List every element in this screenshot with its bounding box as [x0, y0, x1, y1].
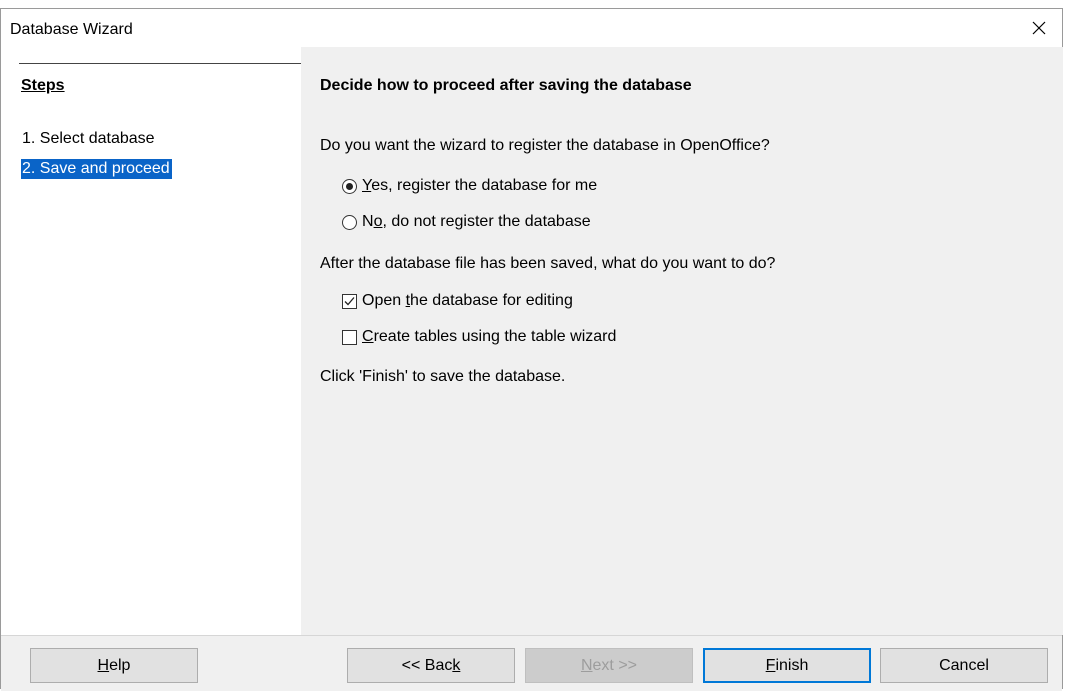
- radio-checked-icon[interactable]: [342, 178, 357, 194]
- step-save-and-proceed[interactable]: 2. Save and proceed: [21, 159, 172, 179]
- content-pane: Decide how to proceed after saving the d…: [301, 47, 1063, 635]
- create-tables-label: Create tables using the table wizard: [362, 328, 617, 345]
- after-save-question: After the database file has been saved, …: [320, 255, 776, 272]
- create-tables-checkbox[interactable]: Create tables using the table wizard: [342, 328, 616, 346]
- finish-button[interactable]: Finish: [703, 648, 871, 683]
- register-question: Do you want the wizard to register the d…: [320, 137, 770, 154]
- steps-heading: Steps: [21, 77, 65, 94]
- finish-note: Click 'Finish' to save the database.: [320, 368, 566, 385]
- cancel-button[interactable]: Cancel: [880, 648, 1048, 683]
- button-bar: Help << Bac k Next >> Finish Cancel: [1, 635, 1062, 691]
- register-no-label: No, do not register the database: [362, 213, 591, 230]
- back-button[interactable]: << Bac k: [347, 648, 515, 683]
- next-button[interactable]: Next >>: [525, 648, 693, 683]
- steps-pane: Steps 1. Select database 2. Save and pro…: [1, 47, 301, 635]
- steps-divider: [19, 63, 301, 64]
- register-yes-radio[interactable]: Yes, register the database for me: [342, 177, 597, 195]
- database-wizard-dialog: Database Wizard Steps 1. Select database…: [0, 8, 1063, 691]
- close-button[interactable]: [1016, 9, 1062, 47]
- open-for-editing-checkbox[interactable]: Open the database for editing: [342, 292, 573, 310]
- close-icon: [1032, 21, 1046, 35]
- checkbox-unchecked-icon[interactable]: [342, 329, 357, 345]
- register-no-radio[interactable]: No, do not register the database: [342, 213, 591, 231]
- window-title: Database Wizard: [10, 21, 133, 38]
- page-title: Decide how to proceed after saving the d…: [320, 77, 692, 94]
- step-select-database[interactable]: 1. Select database: [21, 129, 157, 149]
- help-button[interactable]: Help: [30, 648, 198, 683]
- radio-unchecked-icon[interactable]: [342, 214, 357, 230]
- checkbox-checked-icon[interactable]: [342, 293, 357, 309]
- open-for-editing-label: Open the database for editing: [362, 292, 573, 309]
- register-yes-label: Yes, register the database for me: [362, 177, 598, 194]
- checkmark-icon: [344, 296, 355, 305]
- title-bar: Database Wizard: [1, 9, 1062, 47]
